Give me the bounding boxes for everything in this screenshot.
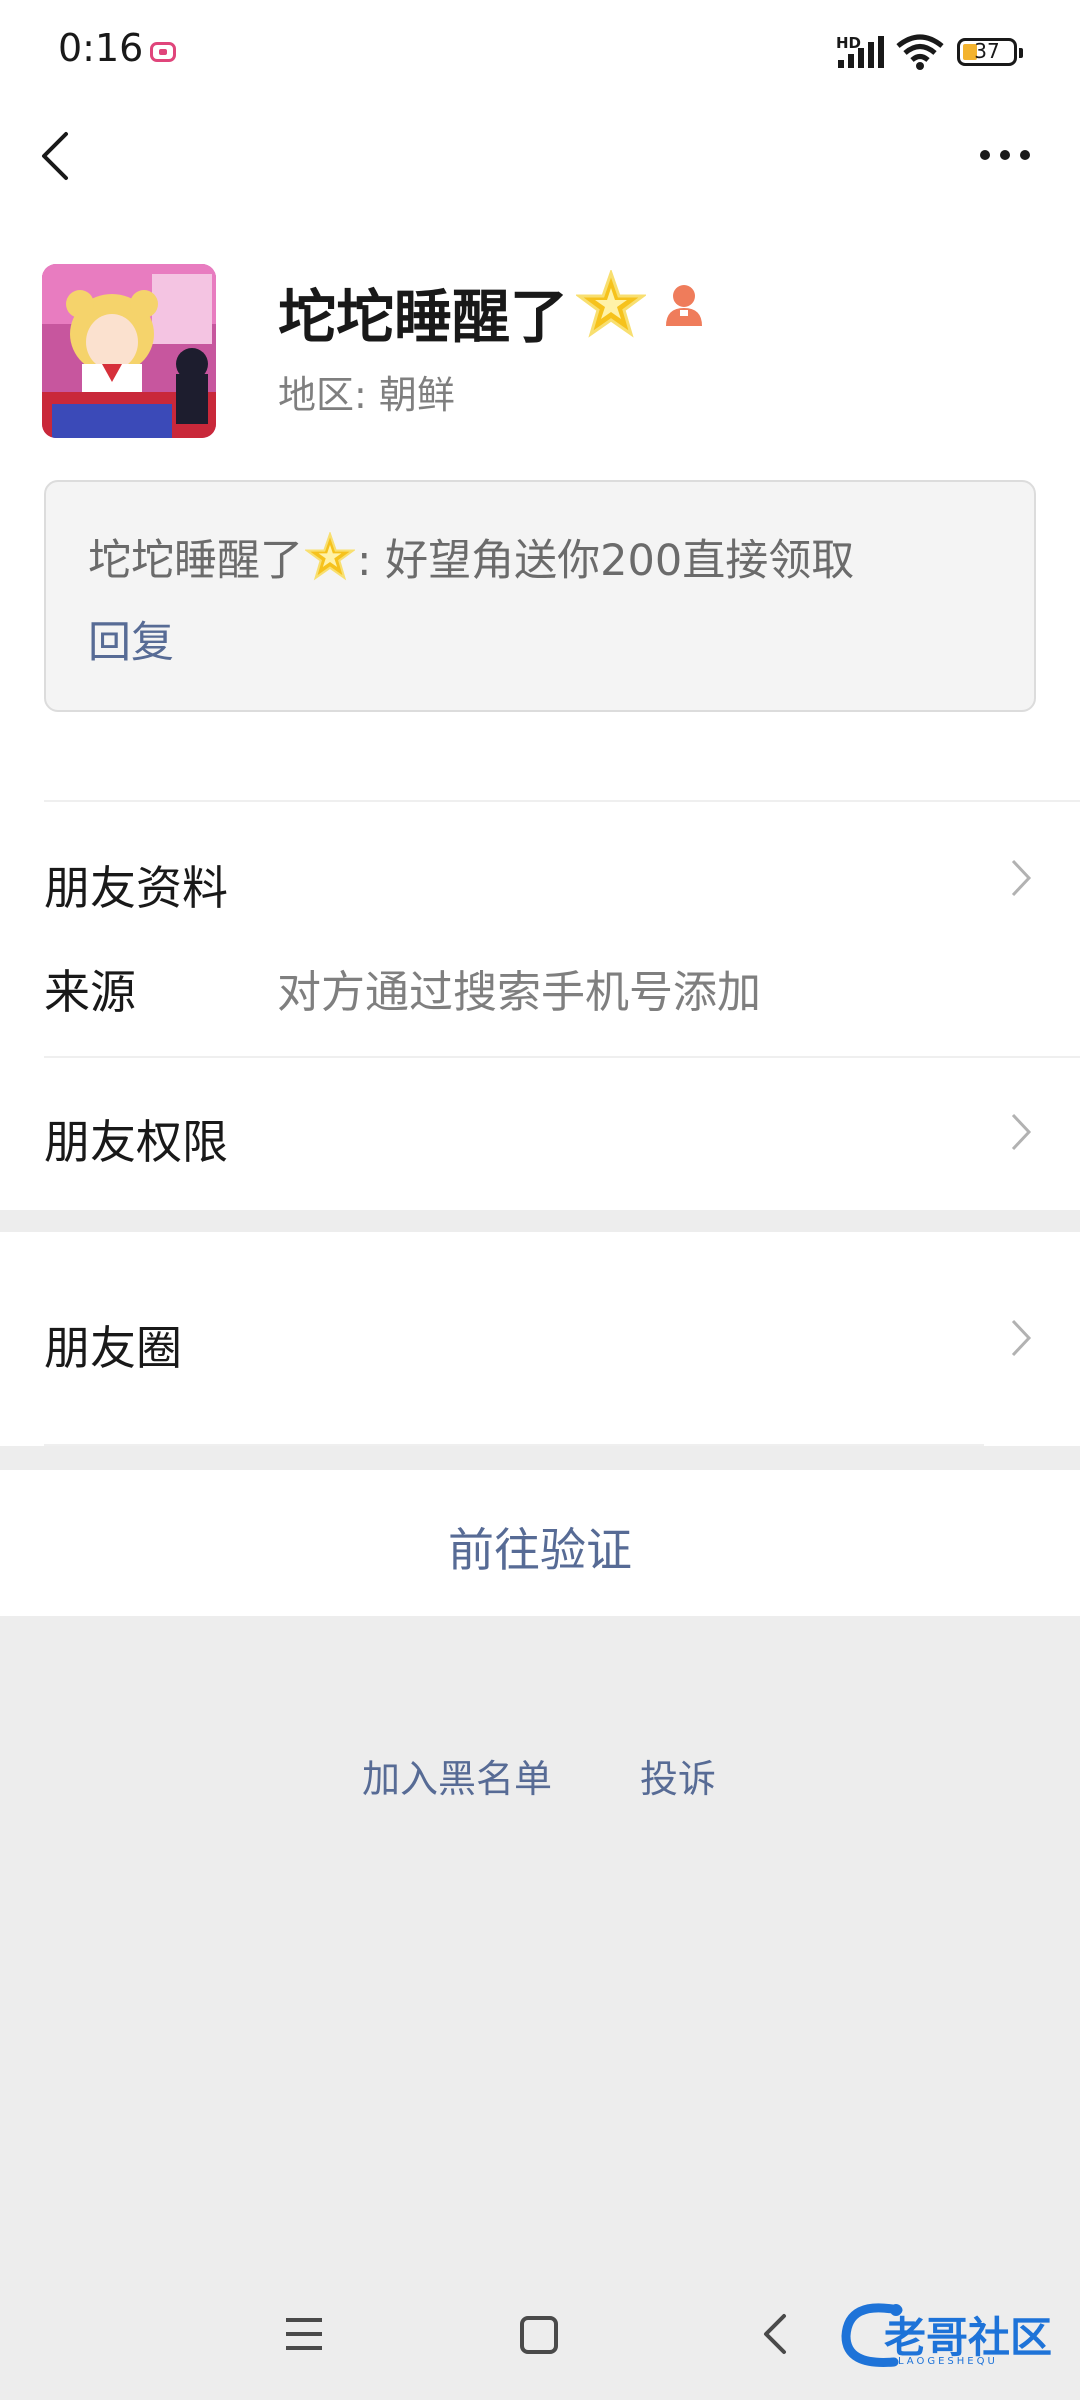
battery-level: 37 xyxy=(974,39,1000,63)
divider xyxy=(44,800,1080,802)
reply-link[interactable]: 回复 xyxy=(88,608,174,670)
profile-region: 地区: 朝鲜 xyxy=(278,373,455,417)
message-text: : 好望角送你200直接领取 xyxy=(357,536,855,586)
watermark-subtext: LAOGESHEQU xyxy=(898,2356,998,2367)
battery-icon: 37 xyxy=(957,38,1023,66)
status-bar: 0:16 HD 37 xyxy=(0,0,1080,110)
more-icon[interactable] xyxy=(980,146,1030,166)
wifi-icon xyxy=(896,34,944,70)
star-icon xyxy=(576,270,646,338)
row-friend-info[interactable]: 朋友资料 xyxy=(44,852,228,918)
verification-message-box xyxy=(44,480,1036,712)
complain-link[interactable]: 投诉 xyxy=(640,1748,716,1803)
back-arrow-icon[interactable] xyxy=(40,130,70,182)
status-time: 0:16 xyxy=(58,26,144,70)
row-friend-permissions[interactable]: 朋友权限 xyxy=(44,1106,228,1172)
menu-icon[interactable] xyxy=(284,2316,324,2352)
signal-icon xyxy=(838,36,884,68)
divider xyxy=(44,1056,1080,1058)
source-value: 对方通过搜索手机号添加 xyxy=(277,967,761,1018)
watermark-logo: 老哥社区 LAOGESHEQU xyxy=(838,2296,1068,2376)
avatar[interactable] xyxy=(42,264,216,438)
verification-message: 坨坨睡醒了 : 好望角送你200直接领取 xyxy=(88,526,854,588)
verify-label[interactable]: 前往验证 xyxy=(0,1514,1080,1580)
source-label: 来源 xyxy=(44,965,136,1019)
message-sender: 坨坨睡醒了 xyxy=(88,536,303,586)
add-to-blacklist-link[interactable]: 加入黑名单 xyxy=(362,1748,552,1803)
nav-back-icon[interactable] xyxy=(760,2312,788,2356)
chevron-right-icon[interactable] xyxy=(1010,1112,1032,1152)
person-icon xyxy=(666,285,702,326)
chevron-right-icon[interactable] xyxy=(1010,1318,1032,1358)
home-icon[interactable] xyxy=(520,2316,558,2354)
section-separator xyxy=(0,1210,1080,1232)
star-icon xyxy=(305,532,355,581)
divider xyxy=(44,1444,984,1446)
notification-icon xyxy=(150,42,176,62)
chevron-right-icon[interactable] xyxy=(1010,858,1032,898)
row-moments[interactable]: 朋友圈 xyxy=(44,1312,182,1378)
profile-name: 坨坨睡醒了 xyxy=(278,283,569,351)
